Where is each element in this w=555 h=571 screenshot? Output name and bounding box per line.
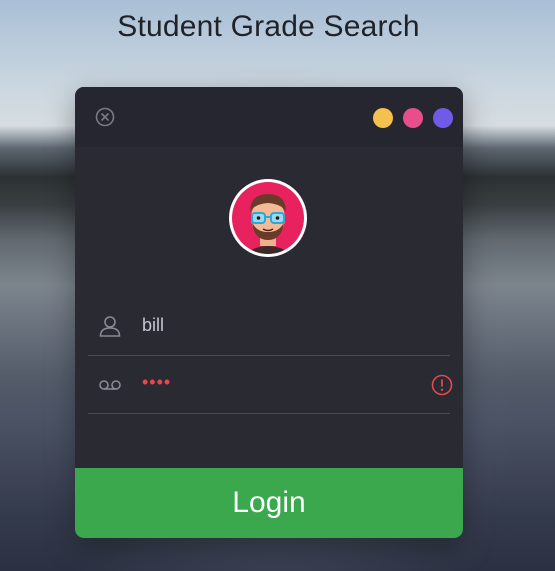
error-icon: [431, 374, 453, 396]
password-field[interactable]: ••••: [88, 355, 453, 414]
avatar: [229, 179, 307, 257]
avatar-illustration: [232, 182, 304, 254]
login-button[interactable]: Login: [75, 468, 463, 538]
theme-switcher: [373, 108, 453, 128]
user-icon: [98, 314, 122, 338]
theme-dot-pink[interactable]: [403, 108, 423, 128]
card-header: [75, 87, 463, 147]
username-field[interactable]: bill: [88, 297, 450, 356]
password-input[interactable]: ••••: [142, 372, 171, 393]
theme-dot-yellow[interactable]: [373, 108, 393, 128]
username-input[interactable]: bill: [142, 315, 164, 336]
voicemail-icon: [98, 372, 122, 396]
login-card: bill •••• Login: [75, 87, 463, 538]
theme-dot-purple[interactable]: [433, 108, 453, 128]
close-icon[interactable]: [95, 107, 115, 127]
page-title: Student Grade Search: [117, 10, 420, 43]
